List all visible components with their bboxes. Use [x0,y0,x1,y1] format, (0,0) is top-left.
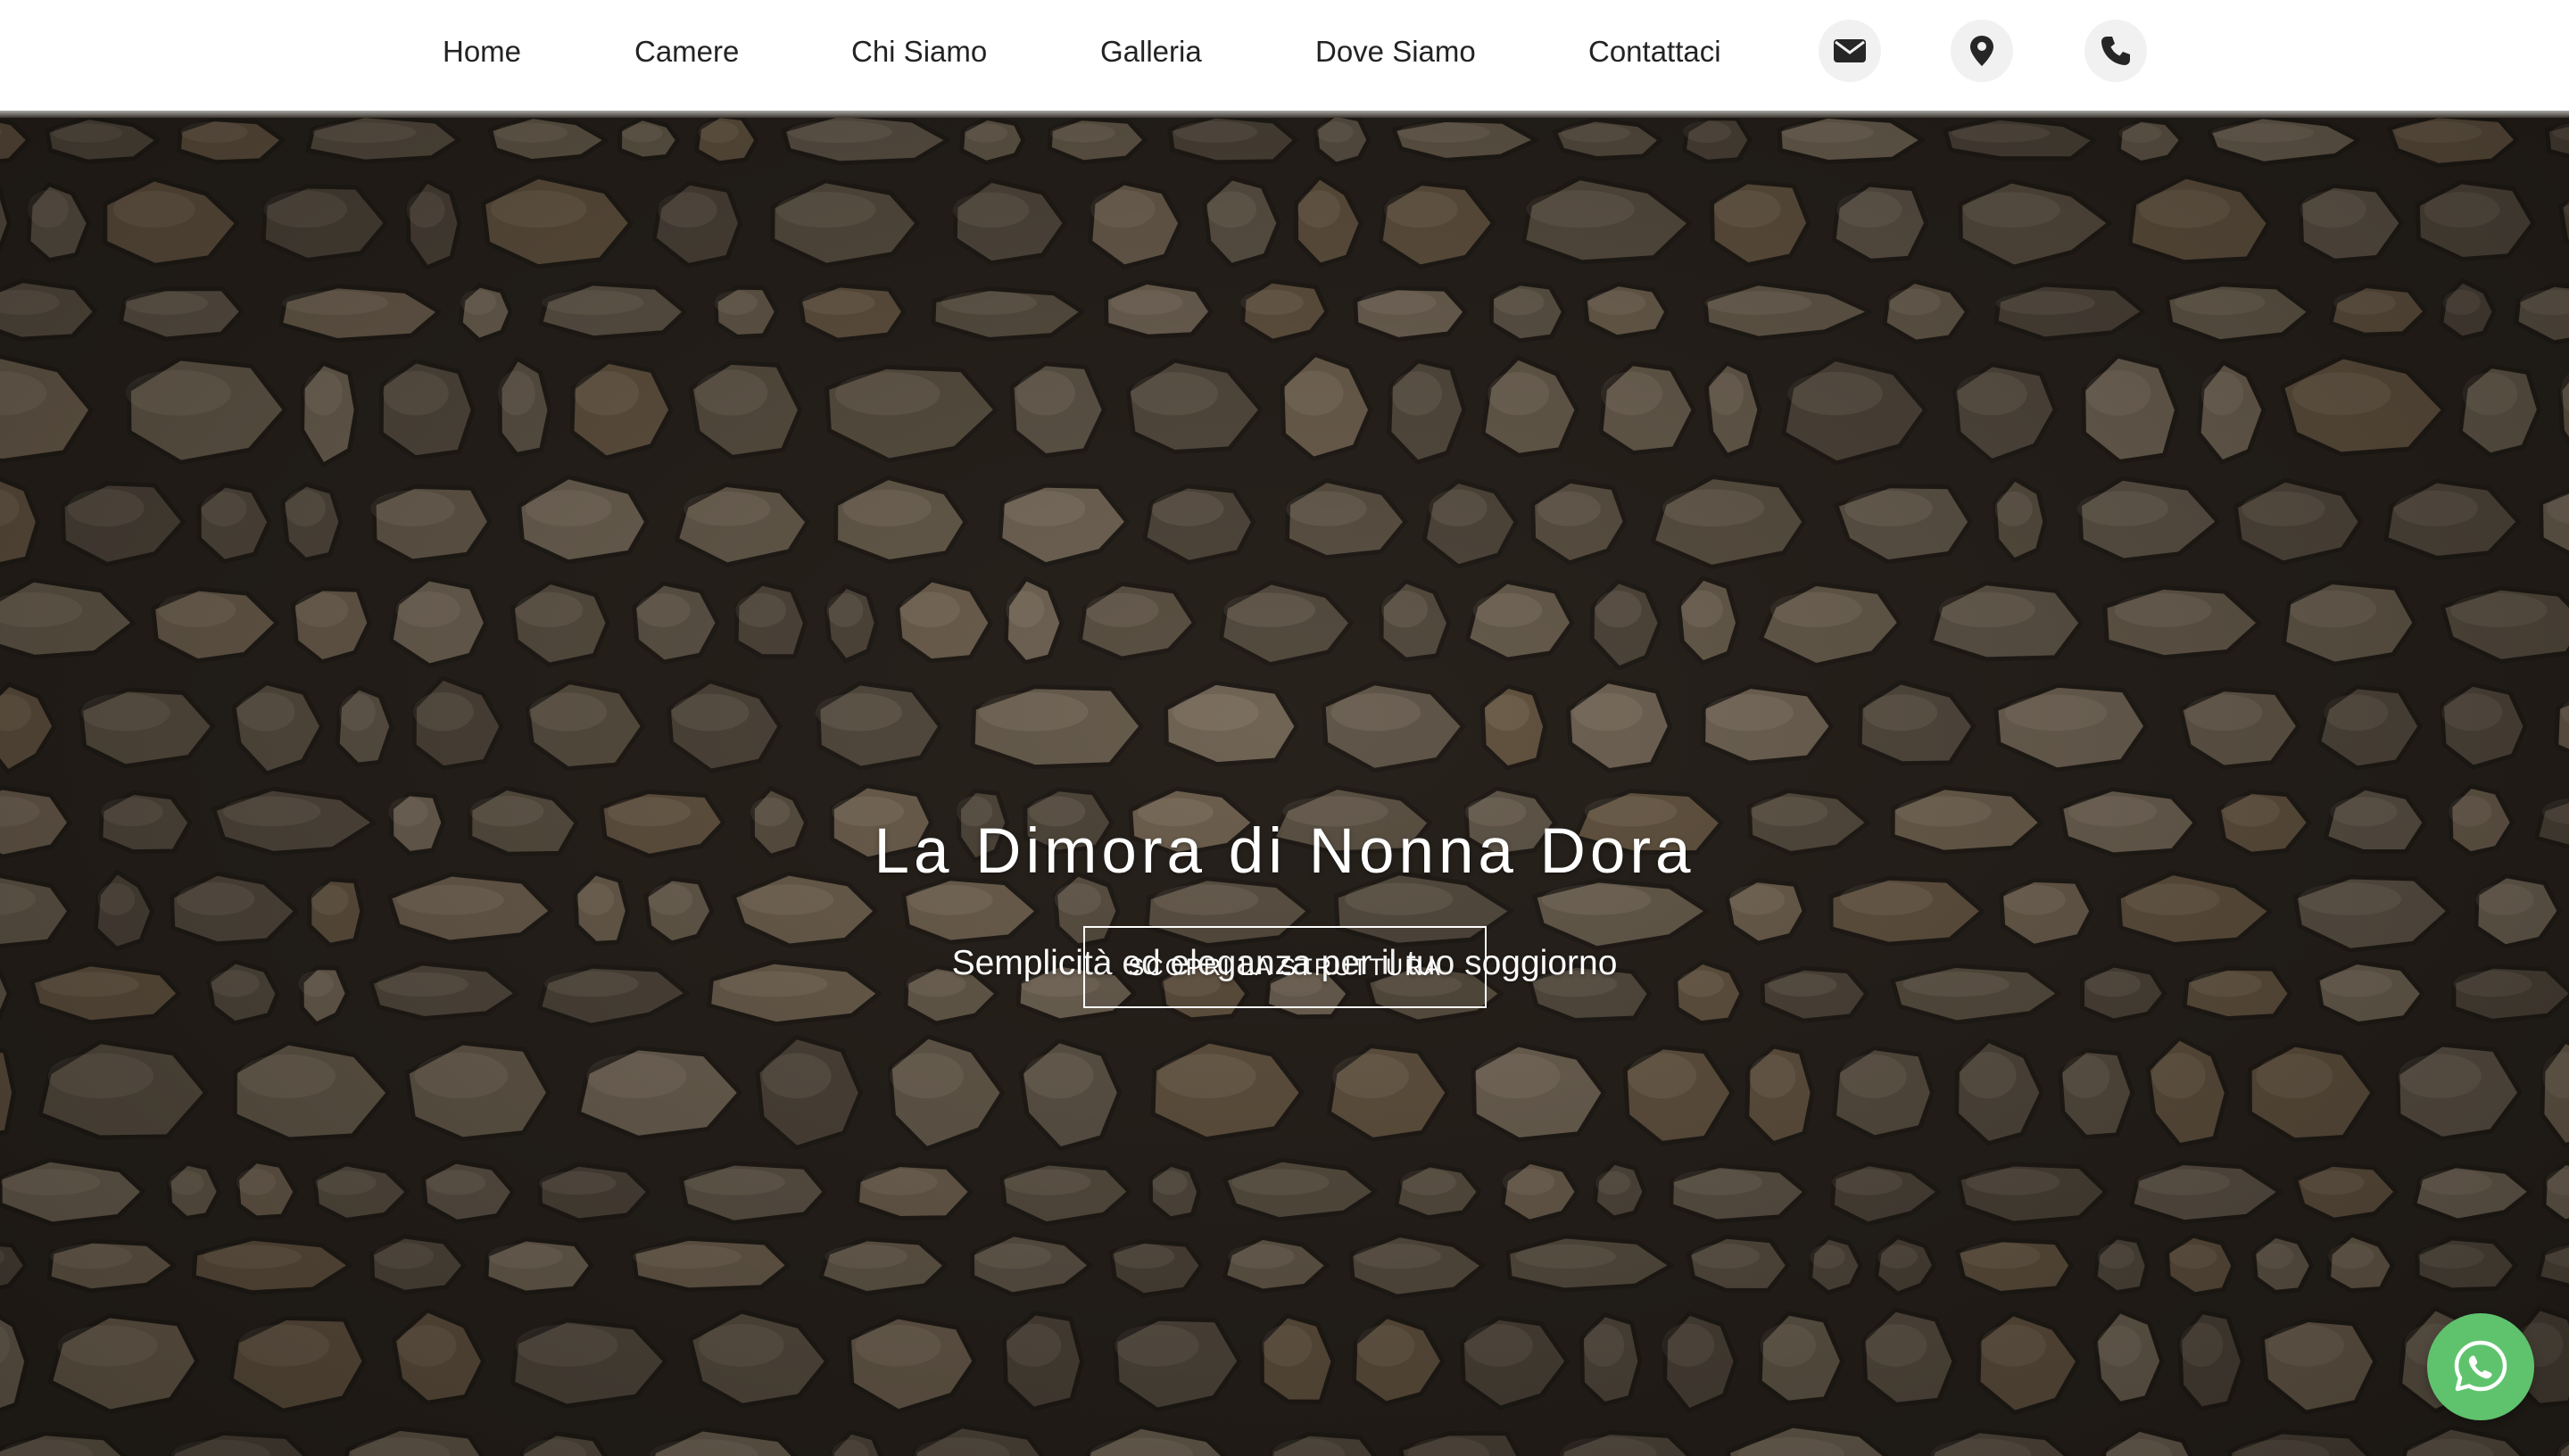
map-pin-icon [1970,36,1993,66]
top-navigation-bar: Home Camere Chi Siamo Galleria Dove Siam… [0,0,2569,111]
nav-item-camere[interactable]: Camere [634,30,739,73]
nav-item-contattaci[interactable]: Contattaci [1588,30,1721,73]
nav-item-home[interactable]: Home [443,30,521,73]
hero-section: La Dimora di Nonna Dora Semplicità ed el… [0,118,2569,1456]
nav-item-chi-siamo[interactable]: Chi Siamo [851,30,987,73]
envelope-icon [1834,39,1866,62]
whatsapp-button[interactable] [2427,1313,2534,1420]
hero-overlay [0,118,2569,1456]
nav-item-dove-siamo[interactable]: Dove Siamo [1315,30,1476,73]
whatsapp-icon [2454,1340,2507,1392]
hero-title: La Dimora di Nonna Dora [874,816,1695,887]
phone-icon [2101,37,2130,65]
phone-button[interactable] [2084,20,2147,82]
nav-item-galleria[interactable]: Galleria [1100,30,1202,73]
location-button[interactable] [1951,20,2013,82]
email-button[interactable] [1819,20,1881,82]
discover-structure-button[interactable]: SCOPRI LA STRUTTURA [1083,926,1487,1008]
